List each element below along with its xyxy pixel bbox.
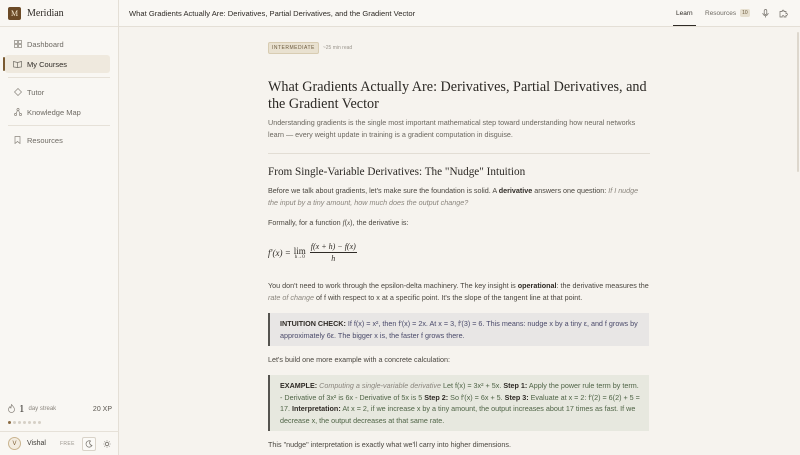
- flame-icon: [8, 402, 15, 415]
- step-label: Step 3:: [504, 392, 529, 402]
- sidebar-item-dashboard[interactable]: Dashboard: [5, 35, 110, 53]
- text: of f with respect to x at a specific poi…: [313, 292, 583, 302]
- tab-label: Learn: [676, 9, 693, 17]
- nav-divider: [8, 77, 110, 78]
- text: answers one question:: [532, 186, 609, 195]
- difference-quotient: f(x + h) − f(x) h: [309, 242, 357, 263]
- tab-learn[interactable]: Learn: [673, 0, 696, 26]
- text: : the derivative measures the: [556, 281, 649, 290]
- dark-mode-toggle[interactable]: [81, 436, 96, 451]
- plan-badge: FREE: [59, 440, 75, 447]
- graph-icon: [13, 108, 22, 117]
- sidebar-item-label: Dashboard: [27, 39, 64, 49]
- callout-label: INTUITION CHECK:: [280, 319, 346, 328]
- lead-paragraph: Understanding gradients is the single mo…: [268, 118, 636, 139]
- book-icon: [13, 60, 22, 69]
- streak-label: day streak: [28, 406, 57, 412]
- text: Before we talk about gradients, let's ma…: [268, 186, 499, 195]
- step-label: Interpretation:: [292, 404, 341, 413]
- math-fx: f: [342, 219, 345, 227]
- lesson-meta: INTERMEDIATE ~25 min read: [268, 42, 352, 54]
- page-title: What Gradients Actually Are: Derivatives…: [268, 79, 647, 112]
- step-label: Step 2:: [424, 392, 449, 402]
- derivative-formula: f′(x) = lim h→0 f(x + h) − f(x) h: [268, 242, 357, 263]
- streak-dot: [28, 421, 31, 424]
- puzzle-icon[interactable]: [778, 8, 788, 18]
- sun-icon: [103, 439, 111, 448]
- streak-progress-dots: [8, 421, 41, 424]
- sparkle-icon: [13, 88, 22, 97]
- microphone-icon[interactable]: [760, 8, 770, 18]
- sidebar-item-knowledge-map[interactable]: Knowledge Map: [5, 103, 110, 121]
- sidebar-item-label: My Courses: [27, 59, 68, 69]
- limit-operator: lim h→0: [293, 245, 306, 260]
- lesson-content[interactable]: INTERMEDIATE ~25 min read What Gradients…: [119, 28, 800, 455]
- formula-lhs: f′(x) =: [268, 247, 291, 258]
- term-derivative: derivative: [498, 186, 533, 195]
- scrollbar[interactable]: [797, 32, 799, 172]
- user-name: Vishal: [27, 440, 46, 447]
- paragraph: Let's build one more example with a conc…: [268, 355, 450, 364]
- app-name: Meridian: [27, 7, 64, 19]
- paragraph: Before we talk about gradients, let's ma…: [268, 185, 650, 208]
- moon-icon: [85, 439, 93, 447]
- sidebar-item-label: Tutor: [27, 87, 45, 97]
- sidebar-item-my-courses[interactable]: My Courses: [3, 55, 110, 73]
- sidebar-item-label: Knowledge Map: [27, 107, 81, 117]
- brand[interactable]: M Meridian: [0, 0, 118, 27]
- sidebar-item-label: Resources: [27, 135, 63, 145]
- streak-count: 1: [19, 403, 25, 415]
- text: Formally, for a function: [268, 218, 343, 227]
- read-time: ~25 min read: [322, 45, 353, 51]
- top-bar: What Gradients Actually Are: Derivatives…: [119, 0, 800, 27]
- avatar[interactable]: V: [8, 437, 21, 450]
- intuition-check-callout: INTUITION CHECK: If f(x) = x², then f′(x…: [268, 313, 649, 346]
- paragraph: This "nudge" interpretation is exactly w…: [268, 440, 511, 449]
- step-label: Step 1:: [503, 381, 528, 390]
- app-logo: M: [8, 6, 21, 20]
- sidebar-item-tutor[interactable]: Tutor: [5, 83, 110, 101]
- streak-dot: [38, 421, 41, 424]
- xp-total: 20 XP: [92, 405, 112, 413]
- section-divider: [268, 153, 650, 154]
- user-panel: V Vishal FREE: [0, 431, 119, 455]
- streak-dot: [33, 421, 36, 424]
- term-operational: operational: [517, 281, 557, 290]
- streak-widget: 1 day streak 20 XP: [8, 402, 112, 415]
- grid-icon: [13, 40, 22, 49]
- example-callout: EXAMPLE: Computing a single-variable der…: [268, 375, 649, 431]
- callout-label: EXAMPLE:: [280, 381, 318, 390]
- term-rate-of-change: rate of change: [268, 292, 314, 302]
- lesson-title: What Gradients Actually Are: Derivatives…: [129, 8, 416, 18]
- light-mode-toggle[interactable]: [100, 437, 114, 451]
- streak-dot: [18, 421, 21, 424]
- paragraph: You don't need to work through the epsil…: [268, 280, 650, 303]
- resources-count-badge: 10: [740, 9, 750, 17]
- sidebar-item-resources[interactable]: Resources: [5, 131, 110, 149]
- paragraph: Formally, for a function f(x), the deriv…: [268, 218, 409, 227]
- section-heading: From Single-Variable Derivatives: The "N…: [268, 166, 526, 178]
- streak-dot: [8, 421, 11, 424]
- callout-text: Let f(x) = 3x² + 5x.: [441, 381, 504, 390]
- callout-text: So f′(x) = 6x + 5.: [448, 392, 505, 402]
- streak-dot: [13, 421, 16, 424]
- text: You don't need to work through the epsil…: [268, 281, 518, 290]
- example-subtitle: Computing a single-variable derivative: [317, 381, 441, 390]
- sidebar: M Meridian Dashboard My Courses Tutor Kn…: [0, 0, 119, 455]
- streak-dot: [23, 421, 26, 424]
- math-x: x: [346, 219, 351, 227]
- tab-label: Resources: [705, 9, 737, 17]
- difficulty-badge: INTERMEDIATE: [268, 42, 319, 54]
- text: , the derivative is:: [352, 218, 409, 227]
- nav-divider: [8, 125, 110, 126]
- bookmark-icon: [13, 136, 22, 145]
- tab-resources[interactable]: Resources 10: [705, 0, 750, 26]
